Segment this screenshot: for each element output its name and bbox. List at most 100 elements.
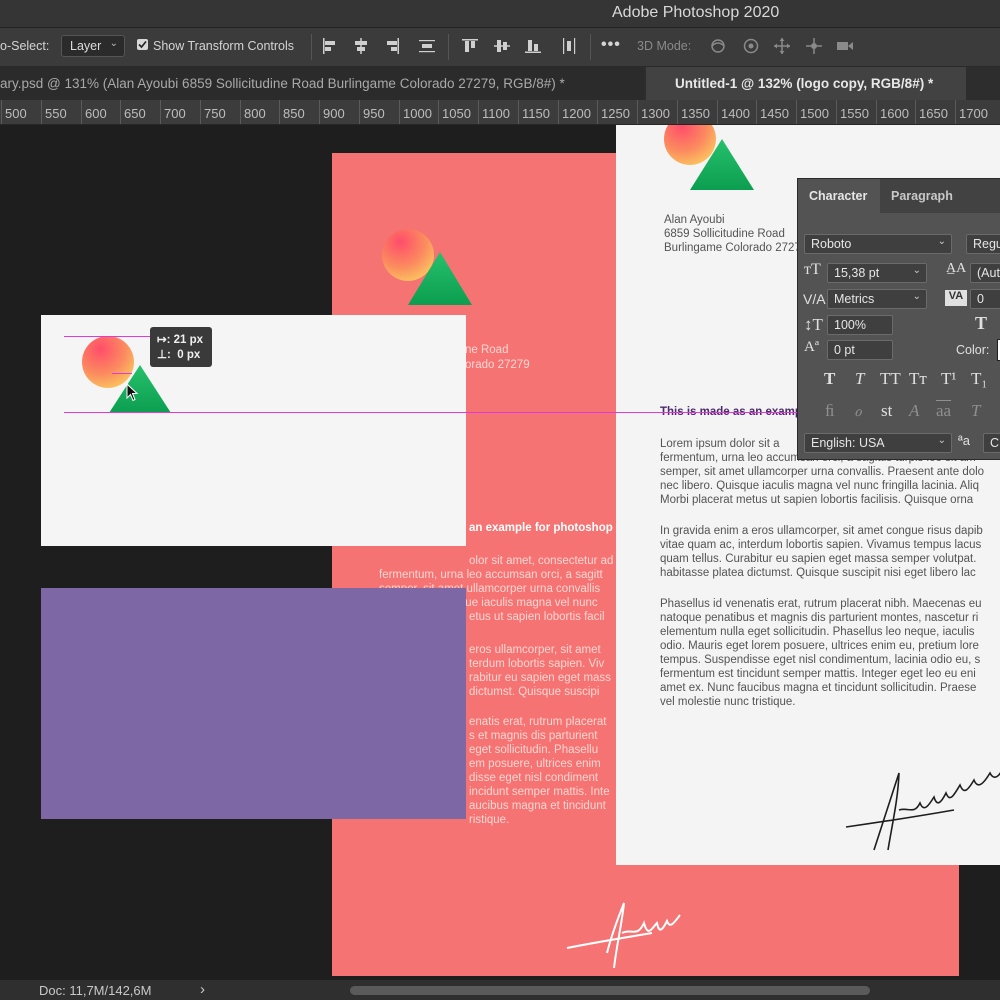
leading-field[interactable]: (Auto (970, 263, 1000, 283)
distribute-horizontal-icon[interactable] (560, 37, 578, 55)
align-vertical-center-icon[interactable] (493, 37, 511, 55)
white-paragraph-2-line-1: In gravida enim a eros ullamcorper, sit … (660, 525, 983, 537)
3d-mode-label: 3D Mode: (637, 39, 692, 53)
3d-pan-icon[interactable] (773, 37, 791, 55)
white-paragraph-3-line-6: fermentum est tincidunt semper mattis. I… (660, 668, 976, 680)
ruler-label: 1000 (403, 106, 432, 121)
leading-value: (Auto (977, 266, 1000, 280)
ruler-label: 500 (5, 106, 27, 121)
ruler-tick (677, 100, 678, 124)
red-paragraph-3-line-5: disse eget nisl condiment (469, 772, 599, 784)
old-style-button[interactable]: ℴ (854, 401, 862, 421)
white-paragraph-1-line-1: Lorem ipsum dolor sit a (660, 438, 780, 450)
ruler-label: 550 (45, 106, 67, 121)
faux-italic-button[interactable]: T (855, 369, 864, 389)
all-caps-button[interactable]: TT (880, 369, 901, 389)
ruler-tick (41, 100, 42, 124)
vertical-scale-field[interactable]: 100% (827, 315, 893, 335)
ruler-tick (359, 100, 360, 124)
ruler-tick (836, 100, 837, 124)
red-paragraph-3-line-1: enatis erat, rutrum placerat (469, 716, 607, 728)
ruler-tick (558, 100, 559, 124)
smart-guide-bottom (64, 412, 804, 413)
red-paragraph-1-line-5: etus ut sapien lobortis facil (469, 611, 605, 623)
auto-select-value: Layer (70, 39, 102, 53)
red-paragraph-2-line-1: eros ullamcorper, sit amet (469, 644, 601, 656)
align-bottom-icon[interactable] (524, 37, 542, 55)
more-options-button[interactable]: ••• (601, 36, 621, 54)
3d-slide-icon[interactable] (805, 37, 823, 55)
white-paragraph-2-line-2: vitae quam ac, interdum lobortis sapien.… (660, 539, 982, 551)
ligatures-button[interactable]: ﬁ (825, 401, 834, 421)
vertical-scale-value: 100% (834, 318, 866, 332)
measure-horizontal: ↦: 21 px (157, 334, 204, 346)
tab-document-1[interactable]: ary.psd @ 131% (Alan Ayoubi 6859 Sollici… (0, 67, 644, 100)
character-panel[interactable]: Character Paragraph Roboto ⌄ Regu ᴛT 15,3… (797, 178, 1000, 460)
stylistic-alternates-button[interactable]: aa (936, 401, 951, 421)
ruler-tick (319, 100, 320, 124)
tracking-field[interactable]: 0 (970, 289, 1000, 309)
anti-alias-dropdown[interactable]: C (983, 433, 1000, 453)
canvas-area[interactable]: Alan Ayoubi ne Road orado 27279 an examp… (0, 125, 1000, 980)
font-style-dropdown[interactable]: Regu (966, 234, 1000, 254)
distribute-vertical-icon[interactable] (418, 37, 436, 55)
tab-character[interactable]: Character (798, 179, 880, 213)
font-size-field[interactable]: 15,38 pt ⌄ (827, 263, 927, 283)
signature-image (845, 771, 1000, 851)
3d-roll-icon[interactable] (742, 37, 760, 55)
titling-alternates-button[interactable]: T (971, 401, 980, 421)
baseline-shift-field[interactable]: 0 pt (827, 340, 893, 360)
app-title: Adobe Photoshop 2020 (612, 4, 780, 21)
horizontal-ruler[interactable]: 500 550 600 650 700 750 800 850 900 950 1000 1050 11… (0, 100, 1000, 125)
ruler-tick (81, 100, 82, 124)
subscript-button[interactable]: T₁ (971, 369, 987, 389)
purple-business-card[interactable] (41, 588, 466, 819)
white-letterhead-address1: 6859 Sollicitudine Road (664, 228, 785, 240)
small-caps-button[interactable]: Tт (909, 369, 927, 389)
align-horizontal-center-icon[interactable] (352, 37, 370, 55)
font-family-dropdown[interactable]: Roboto ⌄ (804, 234, 952, 254)
status-bar: Doc: 11,7M/142,6M › (0, 980, 1000, 1000)
color-label: Color: (956, 343, 990, 357)
auto-select-label: o-Select: (0, 39, 50, 53)
doc-size-info[interactable]: Doc: 11,7M/142,6M (39, 983, 151, 998)
language-dropdown[interactable]: English: USA ⌄ (804, 433, 952, 453)
kerning-dropdown[interactable]: Metrics ⌄ (827, 289, 927, 309)
baseline-shift-value: 0 pt (834, 343, 855, 357)
tab-paragraph[interactable]: Paragraph (891, 189, 953, 203)
faux-bold-button[interactable]: T (824, 369, 835, 389)
chevron-down-icon: ⌄ (937, 435, 946, 446)
3d-camera-icon[interactable] (836, 37, 854, 55)
kerning-icon: V/A (803, 291, 826, 307)
3d-orbit-icon[interactable] (709, 37, 727, 55)
show-transform-checkbox[interactable] (137, 39, 148, 50)
align-right-icon[interactable] (383, 37, 401, 55)
tab-document-2[interactable]: Untitled-1 @ 132% (logo copy, RGB/8#) * (646, 67, 966, 100)
ruler-tick (160, 100, 161, 124)
horizontal-scrollbar[interactable] (350, 986, 870, 995)
ruler-label: 1600 (880, 106, 909, 121)
discretionary-ligatures-button[interactable]: st (881, 401, 892, 421)
red-paragraph-1-line-1: olor sit amet, consectetur ad (469, 555, 614, 567)
superscript-button[interactable]: T¹ (941, 369, 956, 389)
ruler-tick (478, 100, 479, 124)
align-left-icon[interactable] (321, 37, 339, 55)
ruler-label: 1500 (800, 106, 829, 121)
red-paragraph-3-line-7: aucibus magna et tincidunt (469, 800, 606, 812)
white-paragraph-2-line-3: quam tellus. Curabitur eu sapien eget ma… (660, 553, 977, 565)
red-paragraph-2-line-3: rabitur eu sapien eget mass (469, 672, 611, 684)
swash-button[interactable]: A (909, 401, 919, 421)
status-menu-arrow-icon[interactable]: › (200, 981, 205, 998)
ruler-tick (637, 100, 638, 124)
white-business-card[interactable] (41, 315, 466, 546)
logo-circle-triangle-icon (382, 229, 472, 305)
ruler-label: 1350 (681, 106, 710, 121)
font-size-value: 15,38 pt (834, 266, 880, 280)
vertical-scale-icon: ↕T (804, 315, 823, 334)
auto-select-dropdown[interactable]: Layer ⌄ (61, 35, 125, 57)
divider (448, 34, 449, 60)
white-paragraph-2-line-4: habitasse platea dictumst. Quisque susci… (660, 567, 976, 579)
align-top-icon[interactable] (461, 37, 479, 55)
white-paragraph-3-line-4: odio. Mauris eget lorem posuere, ultrice… (660, 640, 979, 652)
ruler-tick (955, 100, 956, 124)
